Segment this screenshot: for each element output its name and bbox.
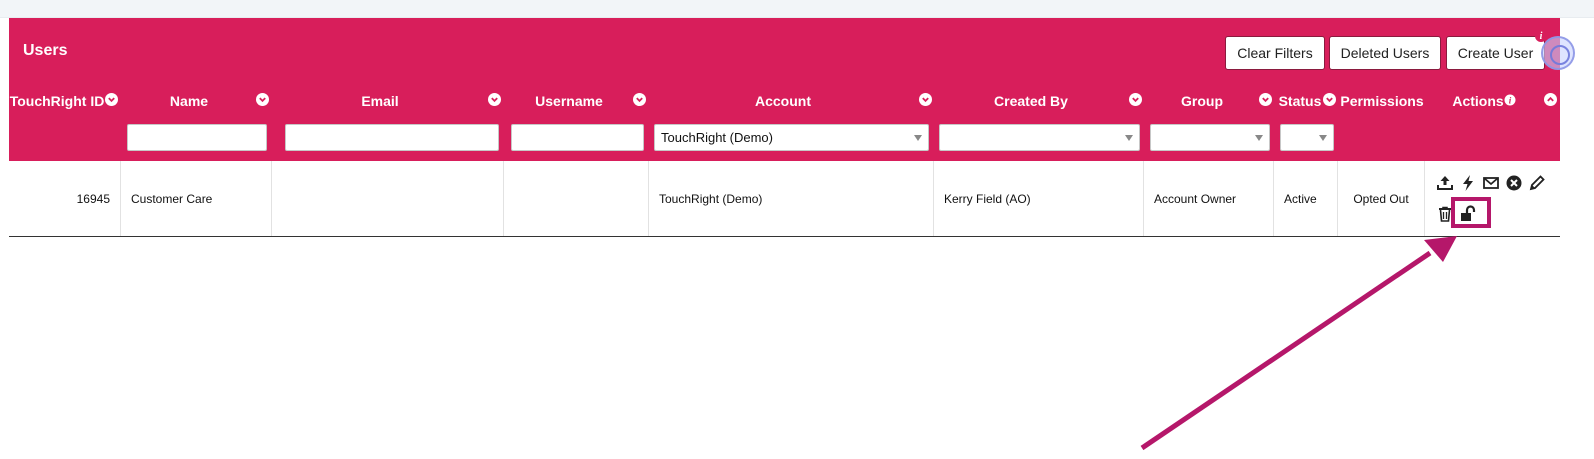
info-icon[interactable]: i (1504, 94, 1516, 106)
close-circle-icon[interactable] (1505, 174, 1523, 192)
col-header-account[interactable]: Account (654, 92, 912, 110)
col-header-username[interactable]: Username (512, 92, 626, 110)
users-panel: Users Clear Filters Deleted Users Create… (9, 18, 1575, 237)
cell-status: Active (1274, 161, 1338, 236)
chevron-down-icon[interactable] (105, 93, 118, 106)
email-filter-input[interactable] (285, 124, 499, 151)
cell-id: 16945 (9, 161, 121, 236)
pencil-icon[interactable] (1528, 174, 1546, 192)
envelope-icon[interactable] (1482, 174, 1500, 192)
cell-email (272, 161, 504, 236)
unlock-highlight-box (1451, 197, 1491, 228)
status-filter-select[interactable] (1280, 124, 1334, 151)
assistant-widget-icon[interactable] (1541, 36, 1575, 70)
account-filter-value: TouchRight (Demo) (661, 130, 773, 145)
cell-username (504, 161, 649, 236)
col-header-permissions: Permissions (1340, 93, 1424, 109)
col-header-created-by[interactable]: Created By (939, 92, 1123, 110)
cell-created-by: Kerry Field (AO) (934, 161, 1144, 236)
chevron-up-icon[interactable] (1544, 93, 1557, 106)
col-header-status[interactable]: Status (1277, 92, 1323, 110)
chevron-down-icon[interactable] (488, 93, 501, 106)
cell-name: Customer Care (121, 161, 272, 236)
caret-down-icon (1255, 135, 1263, 141)
page-title: Users (23, 42, 68, 59)
table-row[interactable]: 16945 Customer Care TouchRight (Demo) Ke… (9, 161, 1560, 237)
col-header-name[interactable]: Name (127, 92, 251, 110)
caret-down-icon (914, 135, 922, 141)
group-filter-select[interactable] (1150, 124, 1270, 151)
chevron-down-icon[interactable] (1259, 93, 1272, 106)
caret-down-icon (1319, 135, 1327, 141)
created-by-filter-select[interactable] (939, 124, 1140, 151)
cell-actions (1425, 161, 1560, 236)
col-header-email[interactable]: Email (285, 92, 475, 110)
chevron-down-icon[interactable] (1129, 93, 1142, 106)
clear-filters-button[interactable]: Clear Filters (1225, 36, 1325, 70)
create-user-button[interactable]: Create User (1446, 36, 1545, 70)
col-header-id[interactable]: TouchRight ID (10, 92, 105, 110)
chevron-down-icon[interactable] (919, 93, 932, 106)
username-filter-input[interactable] (511, 124, 644, 151)
table-header: Users Clear Filters Deleted Users Create… (9, 18, 1575, 161)
col-header-group[interactable]: Group (1150, 92, 1254, 110)
cell-account: TouchRight (Demo) (649, 161, 934, 236)
name-filter-input[interactable] (127, 124, 267, 151)
top-strip (0, 0, 1594, 18)
caret-down-icon (1125, 135, 1133, 141)
chevron-down-icon[interactable] (1323, 93, 1336, 106)
chevron-down-icon[interactable] (633, 93, 646, 106)
cell-group: Account Owner (1144, 161, 1274, 236)
cell-permissions: Opted Out (1338, 161, 1425, 236)
chevron-down-icon[interactable] (256, 93, 269, 106)
upload-icon[interactable] (1436, 174, 1454, 192)
account-filter-select[interactable]: TouchRight (Demo) (654, 124, 929, 151)
deleted-users-button[interactable]: Deleted Users (1329, 36, 1441, 70)
col-header-actions: Actions (1452, 93, 1504, 109)
bolt-icon[interactable] (1459, 174, 1477, 192)
